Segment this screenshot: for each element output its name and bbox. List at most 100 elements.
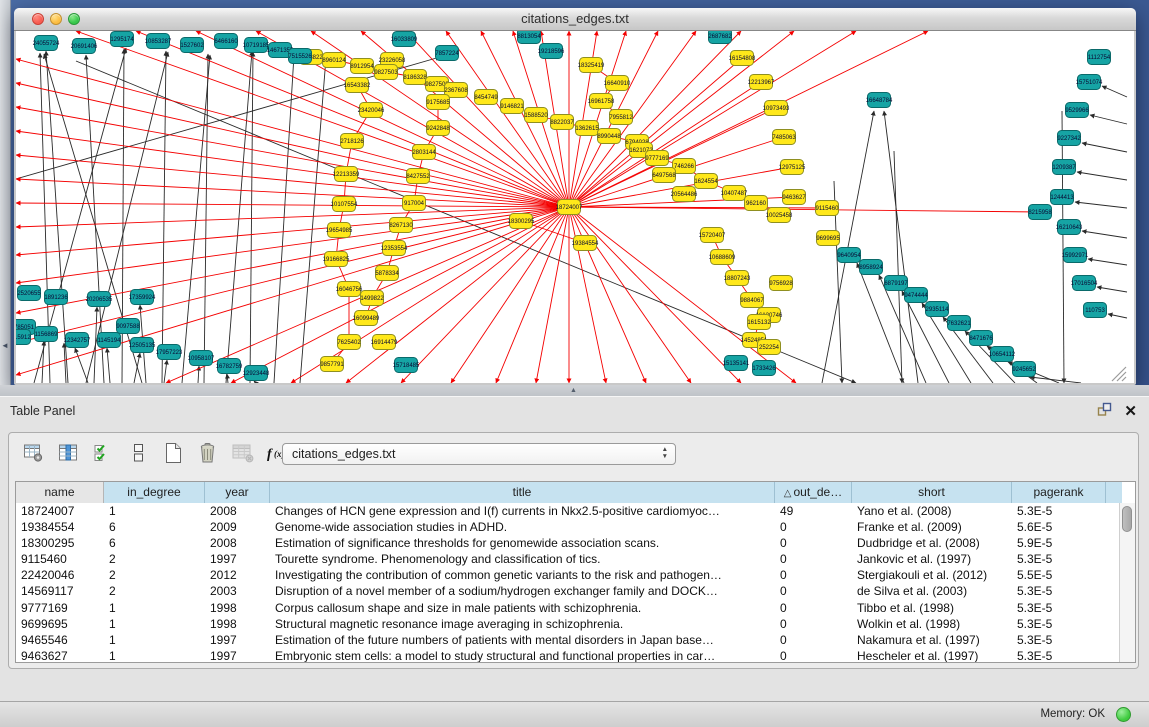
graph-node[interactable]: 8958924 <box>859 260 883 275</box>
graph-node[interactable]: 9857791 <box>320 357 344 372</box>
graph-node[interactable]: 10973493 <box>763 101 790 116</box>
graph-node[interactable]: 12353554 <box>381 241 408 256</box>
graph-node[interactable]: 9474444 <box>904 288 928 303</box>
graph-node[interactable]: 17016504 <box>1071 276 1098 291</box>
graph-node[interactable]: 9146821 <box>500 99 524 114</box>
graph-node[interactable]: 9463627 <box>782 190 806 205</box>
graph-node[interactable]: 8267130 <box>389 218 413 233</box>
graph-node[interactable]: 16210643 <box>1056 220 1083 235</box>
graph-node[interactable]: 6879197 <box>884 276 908 291</box>
memory-status-indicator[interactable] <box>1116 707 1131 722</box>
graph-node[interactable]: 16046756 <box>336 282 363 297</box>
graph-node[interactable]: 12213359 <box>333 167 360 182</box>
graph-node[interactable]: 7625402 <box>337 335 361 350</box>
graph-node[interactable]: 18325419 <box>578 58 605 73</box>
graph-node[interactable]: 16033809 <box>391 32 418 47</box>
graph-node[interactable]: 10025458 <box>766 208 793 223</box>
table-settings-button[interactable] <box>21 443 45 467</box>
table-scrollbar[interactable] <box>1119 503 1135 662</box>
table-row[interactable]: 977716911998Corpus callosum shape and si… <box>16 600 1120 616</box>
graph-node[interactable]: 110753 <box>1084 303 1107 318</box>
graph-node[interactable]: 10958107 <box>188 351 215 366</box>
graph-node[interactable]: 3915912 <box>16 330 31 345</box>
graph-node[interactable]: 1362615 <box>575 121 599 136</box>
graph-node[interactable]: 1244413 <box>1050 190 1074 205</box>
table-row[interactable]: 1456911722003Disruption of a novel membe… <box>16 583 1120 599</box>
graph-node[interactable]: 962160 <box>745 196 768 211</box>
graph-node[interactable]: 8813054 <box>517 31 541 44</box>
graph-node[interactable]: 20206535 <box>86 292 113 307</box>
graph-node[interactable]: 16543382 <box>344 78 371 93</box>
graph-node[interactable]: 1145194 <box>98 333 122 348</box>
graph-node[interactable]: 1499822 <box>360 291 384 306</box>
graph-node[interactable]: 16099489 <box>353 311 380 326</box>
graph-node[interactable]: 6466160 <box>214 34 238 49</box>
graph-node[interactable]: 9245652 <box>1012 362 1036 377</box>
graph-node[interactable]: 8990448 <box>597 129 621 144</box>
graph-node[interactable]: 16648784 <box>866 93 893 108</box>
table-row[interactable]: 946362711997Embryonic stem cells: a mode… <box>16 648 1120 663</box>
graph-node[interactable]: 1209387 <box>1052 160 1076 175</box>
graph-node[interactable]: 2935114 <box>926 302 950 317</box>
graph-node[interactable]: 7632621 <box>947 316 971 331</box>
graph-node[interactable]: 9884067 <box>740 293 764 308</box>
graph-node[interactable]: 9756928 <box>769 276 793 291</box>
graph-node[interactable]: 8427552 <box>406 169 430 184</box>
graph-node[interactable]: 8960124 <box>322 53 346 68</box>
graph-node[interactable]: 20691406 <box>71 39 98 54</box>
graph-node[interactable]: 9777169 <box>645 151 669 166</box>
table-row[interactable]: 1938455462009Genome-wide association stu… <box>16 519 1120 535</box>
graph-node[interactable]: 16961758 <box>588 94 615 109</box>
graph-node[interactable]: 12213967 <box>748 75 775 90</box>
graph-node[interactable]: 8215958 <box>1028 205 1052 220</box>
graph-node[interactable]: 23420046 <box>358 103 385 118</box>
graph-node[interactable]: 24055724 <box>33 36 60 51</box>
new-file-button[interactable] <box>161 443 185 467</box>
graph-node[interactable]: 7857224 <box>435 46 459 61</box>
graph-node[interactable]: 1112754 <box>1088 50 1111 65</box>
graph-node[interactable]: 15718485 <box>393 358 420 373</box>
merge-rows-button[interactable] <box>126 443 150 467</box>
graph-node[interactable]: 2718126 <box>340 134 364 149</box>
float-panel-icon[interactable] <box>1097 402 1112 422</box>
column-header-name[interactable]: name <box>16 482 104 503</box>
table-scrollbar-thumb[interactable] <box>1122 506 1132 532</box>
column-header-short[interactable]: short <box>852 482 1012 503</box>
graph-node[interactable]: 9097588 <box>116 319 140 334</box>
graph-node[interactable]: 1733426 <box>752 361 776 376</box>
graph-node[interactable]: 2687682 <box>708 31 732 44</box>
graph-node[interactable]: 15720407 <box>699 228 726 243</box>
graph-node[interactable]: 16640910 <box>604 76 631 91</box>
graph-node[interactable]: 16914479 <box>371 335 398 350</box>
graph-node[interactable]: 1527602 <box>180 38 204 53</box>
graph-node[interactable]: 15751074 <box>1076 75 1103 90</box>
graph-node[interactable]: 8822037 <box>550 115 574 130</box>
graph-node[interactable]: 15135141 <box>723 356 750 371</box>
graph-node[interactable]: 8186328 <box>403 70 427 85</box>
graph-node[interactable]: 12342757 <box>64 333 91 348</box>
graph-node[interactable]: 2520655 <box>17 286 41 301</box>
graph-node[interactable]: 1615132 <box>747 315 771 330</box>
table-row[interactable]: 911546021997Tourette syndrome. Phenomeno… <box>16 551 1120 567</box>
graph-node[interactable]: 12975125 <box>779 160 806 175</box>
graph-node[interactable]: 1624554 <box>694 174 718 189</box>
graph-node[interactable]: 7955812 <box>609 110 633 125</box>
graph-node[interactable]: 7515526 <box>288 49 312 64</box>
resize-grip-icon[interactable] <box>1122 377 1126 381</box>
graph-node[interactable]: 6497568 <box>652 168 676 183</box>
graph-node[interactable]: 18724007 <box>556 200 583 215</box>
resize-grip-icon[interactable] <box>1117 372 1126 381</box>
graph-node[interactable]: 1588520 <box>524 108 548 123</box>
column-header-title[interactable]: title <box>270 482 775 503</box>
graph-node[interactable]: 12923448 <box>243 366 270 381</box>
graph-node[interactable]: 17359924 <box>129 290 156 305</box>
graph-node[interactable]: 18300295 <box>508 214 535 229</box>
graph-node[interactable]: 9827503 <box>374 65 398 80</box>
graph-node[interactable]: 1156869 <box>35 327 59 342</box>
column-header-pagerank[interactable]: pagerank <box>1012 482 1106 503</box>
graph-node[interactable]: 9115460 <box>816 201 840 216</box>
splitter-collapse-arrow-icon[interactable]: ◄ <box>1 341 9 350</box>
edit-checklist-button[interactable] <box>91 443 115 467</box>
graph-node[interactable]: 20564486 <box>671 187 698 202</box>
graph-node[interactable]: 19384554 <box>572 236 599 251</box>
